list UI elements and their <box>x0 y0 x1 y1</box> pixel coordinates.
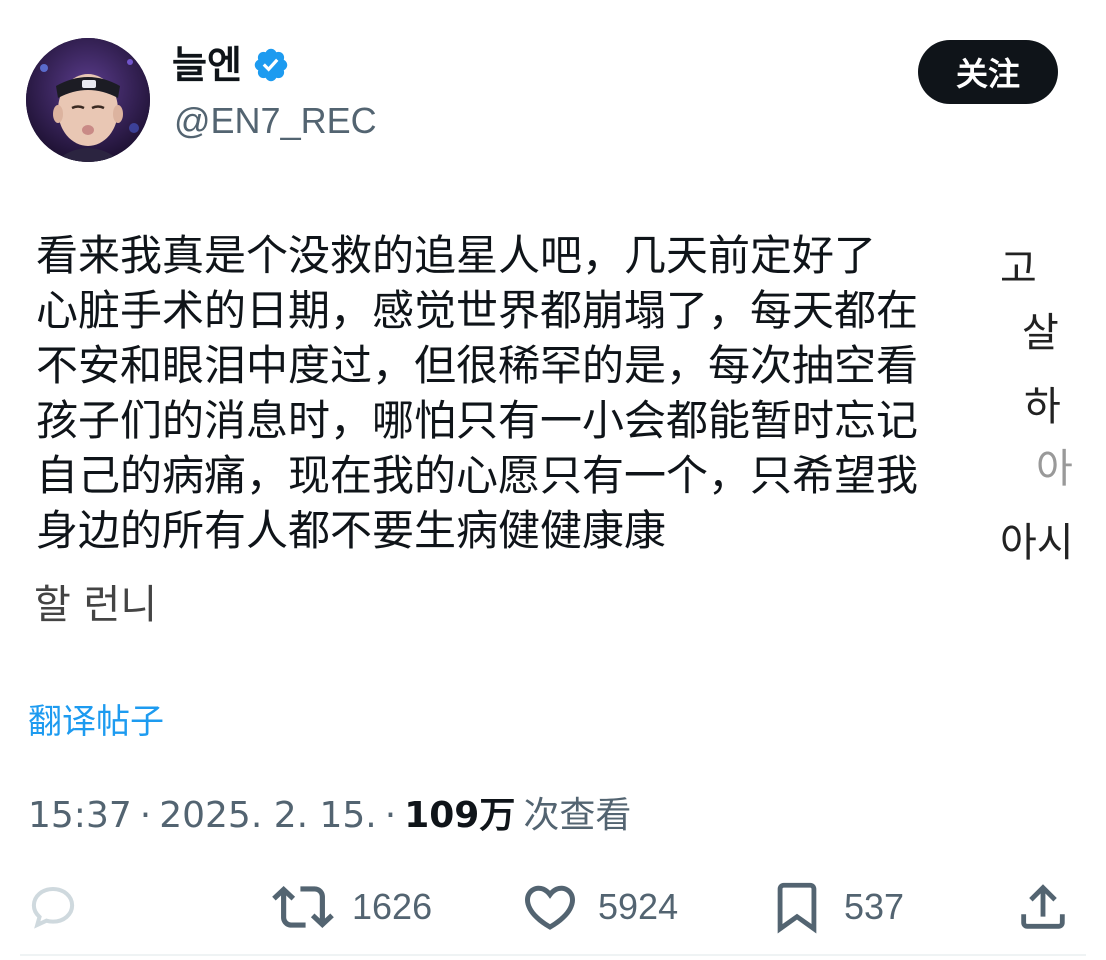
avatar[interactable] <box>26 38 150 162</box>
retweet-button[interactable]: 1626 <box>272 872 432 942</box>
share-button[interactable] <box>1014 872 1072 942</box>
tweet-text: 看来我真是个没救的追星人吧，几天前定好了 心脏手术的日期，感觉世界都崩塌了，每天… <box>36 228 1036 558</box>
ghost-korean-text: 할 런니 <box>34 582 158 628</box>
tweet-date[interactable]: 2025. 2. 15. <box>159 795 377 836</box>
tweet-text-line: 孩子们的消息时，哪怕只有一小会都能暂时忘记 <box>36 396 919 445</box>
follow-button[interactable]: 关注 <box>918 40 1058 104</box>
author-name-row[interactable]: 늘엔 <box>172 46 290 84</box>
tweet-text-line: 不安和眼泪中度过，但很稀罕的是，每次抽空看 <box>36 341 919 390</box>
retweet-icon <box>272 886 334 928</box>
author-display-name[interactable]: 늘엔 <box>172 46 242 84</box>
author-handle[interactable]: @EN7_REC <box>174 100 377 142</box>
bookmark-button[interactable]: 537 <box>768 872 904 942</box>
translate-post-link[interactable]: 翻译帖子 <box>28 694 164 743</box>
tweet-time[interactable]: 15:37 <box>28 795 132 836</box>
tweet-text-line: 身边的所有人都不要生病健健康康 <box>36 506 667 555</box>
like-count: 5924 <box>598 886 679 927</box>
bookmark-icon <box>777 882 817 934</box>
meta-separator: · <box>384 795 397 836</box>
bookmark-count: 537 <box>844 886 905 927</box>
action-bar: 1626 5924 537 <box>0 872 1106 942</box>
divider <box>20 954 1086 956</box>
reply-button[interactable] <box>26 872 80 942</box>
heart-icon <box>524 885 576 930</box>
tweet-detail: 늘엔 @EN7_REC 关注 고 살 하 아 아시 할 런니 看来我真是个没救的… <box>0 0 1106 960</box>
tweet-text-line: 心脏手术的日期，感觉世界都崩塌了，每天都在 <box>36 286 919 335</box>
tweet-text-line: 自己的病痛，现在我的心愿只有一个，只希望我 <box>36 451 919 500</box>
views-count: 109万 <box>404 795 516 836</box>
retweet-count: 1626 <box>352 886 433 927</box>
tweet-text-line: 看来我真是个没救的追星人吧，几天前定好了 <box>36 231 877 280</box>
ghost-korean-text: 아 <box>1036 446 1073 492</box>
avatar-image <box>26 38 150 162</box>
share-icon <box>1021 884 1065 929</box>
tweet-meta: 15:37 · 2025. 2. 15. · 109万 次查看 <box>28 786 631 838</box>
like-button[interactable]: 5924 <box>520 872 678 942</box>
reply-icon <box>31 886 75 929</box>
views-label: 次查看 <box>523 795 632 836</box>
meta-separator: · <box>139 795 152 836</box>
verified-badge-icon <box>252 46 290 84</box>
